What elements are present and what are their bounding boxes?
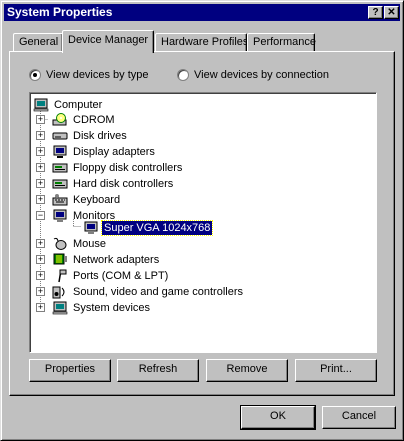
tree-item-disk-drives[interactable]: + Disk drives [36,128,129,143]
tree-item-mouse[interactable]: + Mouse [36,236,108,251]
tree-item-label: Mouse [73,237,107,250]
tree-item-label: Network adapters [73,253,160,266]
view-by-type-label: View devices by type [46,69,149,81]
system-devices-icon [52,301,68,314]
expand-toggle[interactable]: + [36,255,45,264]
tree-item-label: System devices [73,301,151,314]
view-by-type-radio[interactable] [29,69,41,81]
properties-button[interactable]: Properties [29,359,111,382]
view-by-connection-label: View devices by connection [194,69,329,81]
expand-toggle[interactable]: + [36,271,45,280]
expand-toggle[interactable]: + [36,179,45,188]
help-button[interactable]: ? [368,6,383,19]
tree-item-sound-video[interactable]: + Sound, video and game controllers [36,284,245,299]
tree-item-super-vga[interactable]: Super VGA 1024x768 [83,219,214,236]
ok-button[interactable]: OK [240,405,316,430]
view-by-connection-option[interactable]: View devices by connection [177,68,329,82]
view-by-connection-radio[interactable] [177,69,189,81]
refresh-button[interactable]: Refresh [117,359,199,382]
expand-toggle[interactable]: + [36,195,45,204]
tree-root-label: Computer [54,98,103,111]
expand-toggle[interactable]: + [36,163,45,172]
expand-toggle[interactable]: + [36,287,45,296]
expand-toggle[interactable]: + [36,115,45,124]
tree-item-label: Hard disk controllers [73,177,174,190]
tree-item-label: Disk drives [73,129,127,142]
tree-item-hard-disk-controllers[interactable]: + Hard disk controllers [36,176,175,191]
sound-icon [52,286,65,298]
tree-item-cdrom[interactable]: + CDROM [36,112,117,127]
tab-hardware-profiles[interactable]: Hardware Profiles [155,33,248,52]
close-button[interactable]: ✕ [384,6,399,19]
tree-item-label: Sound, video and game controllers [73,285,243,298]
disk-drive-icon [52,132,68,139]
tab-performance[interactable]: Performance [247,33,316,52]
tree-item-label: Floppy disk controllers [73,161,183,174]
port-icon [58,269,67,282]
cancel-button[interactable]: Cancel [322,406,396,429]
tree-item-label: CDROM [73,113,115,126]
device-manager-panel: View devices by type View devices by con… [9,51,395,396]
print-button[interactable]: Print... [295,359,377,382]
computer-icon [33,98,49,111]
hard-disk-controller-icon [52,179,68,188]
tab-device-manager[interactable]: Device Manager [62,30,154,53]
collapse-toggle[interactable]: − [36,211,45,220]
expand-toggle[interactable]: + [36,147,45,156]
tree-item-label: Ports (COM & LPT) [73,269,169,282]
tree-root-computer[interactable]: Computer [33,97,104,112]
mouse-icon [53,237,67,250]
monitor-icon [84,221,98,234]
title-bar[interactable]: System Properties ? ✕ [4,4,400,21]
keyboard-icon [52,193,68,205]
tree-item-display-adapters[interactable]: + Display adapters [36,144,157,159]
remove-button[interactable]: Remove [206,359,288,382]
tree-item-label: Display adapters [73,145,155,158]
tree-item-label: Keyboard [73,193,121,206]
expand-toggle[interactable]: + [36,131,45,140]
window-title: System Properties [7,5,113,19]
network-adapter-icon [53,253,67,264]
tree-item-ports[interactable]: + Ports (COM & LPT) [36,268,170,283]
cdrom-icon [52,112,67,125]
display-adapter-icon [53,145,67,158]
tree-item-system-devices[interactable]: + System devices [36,300,152,315]
floppy-controller-icon [52,163,68,172]
view-by-type-option[interactable]: View devices by type [29,68,149,82]
tree-item-network-adapters[interactable]: + Network adapters [36,252,161,267]
tree-item-keyboard[interactable]: + Keyboard [36,192,122,207]
expand-toggle[interactable]: + [36,239,45,248]
tree-item-label: Super VGA 1024x768 [100,219,214,236]
tab-general[interactable]: General [13,33,63,52]
monitor-icon [53,209,67,222]
expand-toggle[interactable]: + [36,303,45,312]
system-properties-window: System Properties ? ✕ General Device Man… [0,0,404,441]
device-tree[interactable]: Computer + CDROM + Disk drives + Display… [29,92,377,353]
tree-item-floppy-controllers[interactable]: + Floppy disk controllers [36,160,184,175]
